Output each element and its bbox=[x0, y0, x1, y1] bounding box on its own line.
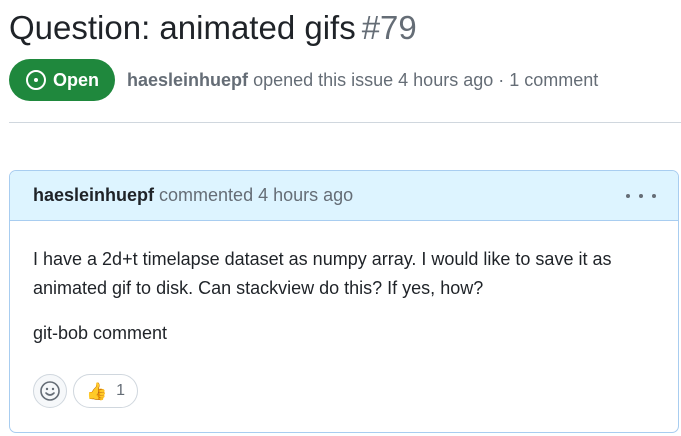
reaction-thumbs-up-button[interactable]: 👍 1 bbox=[73, 374, 139, 408]
comment-timestamp[interactable]: commented 4 hours ago bbox=[159, 185, 353, 206]
issue-meta-text: opened this issue 4 hours ago · 1 commen… bbox=[253, 69, 599, 90]
issue-meta: haesleinhuepf opened this issue 4 hours … bbox=[127, 70, 598, 91]
smiley-icon bbox=[40, 381, 60, 401]
reaction-count: 1 bbox=[116, 382, 126, 399]
issue-state-row: Open haesleinhuepf opened this issue 4 h… bbox=[9, 59, 598, 101]
issue-author-link[interactable]: haesleinhuepf bbox=[127, 70, 248, 90]
comment-paragraph: I have a 2d+t timelapse dataset as numpy… bbox=[33, 249, 612, 298]
comment-header: haesleinhuepf commented 4 hours ago bbox=[10, 171, 678, 221]
comment-body: I have a 2d+t timelapse dataset as numpy… bbox=[10, 221, 678, 348]
reactions-bar: 👍 1 bbox=[33, 374, 139, 408]
comment-box: haesleinhuepf commented 4 hours ago I ha… bbox=[9, 170, 679, 433]
header-divider bbox=[9, 122, 681, 123]
issue-opened-icon bbox=[25, 69, 47, 91]
comment-paragraph: git-bob comment bbox=[33, 323, 168, 343]
issue-number: #79 bbox=[361, 9, 417, 46]
issue-title-text: Question: animated gifs bbox=[9, 9, 356, 46]
status-badge: Open bbox=[9, 59, 116, 101]
thumbs-up-icon: 👍 bbox=[86, 381, 108, 401]
issue-title: Question: animated gifs #79 bbox=[9, 6, 417, 50]
status-badge-label: Open bbox=[53, 69, 100, 90]
add-reaction-button[interactable] bbox=[33, 374, 67, 408]
comment-options-icon[interactable] bbox=[626, 184, 656, 208]
comment-author-link[interactable]: haesleinhuepf bbox=[33, 185, 154, 206]
